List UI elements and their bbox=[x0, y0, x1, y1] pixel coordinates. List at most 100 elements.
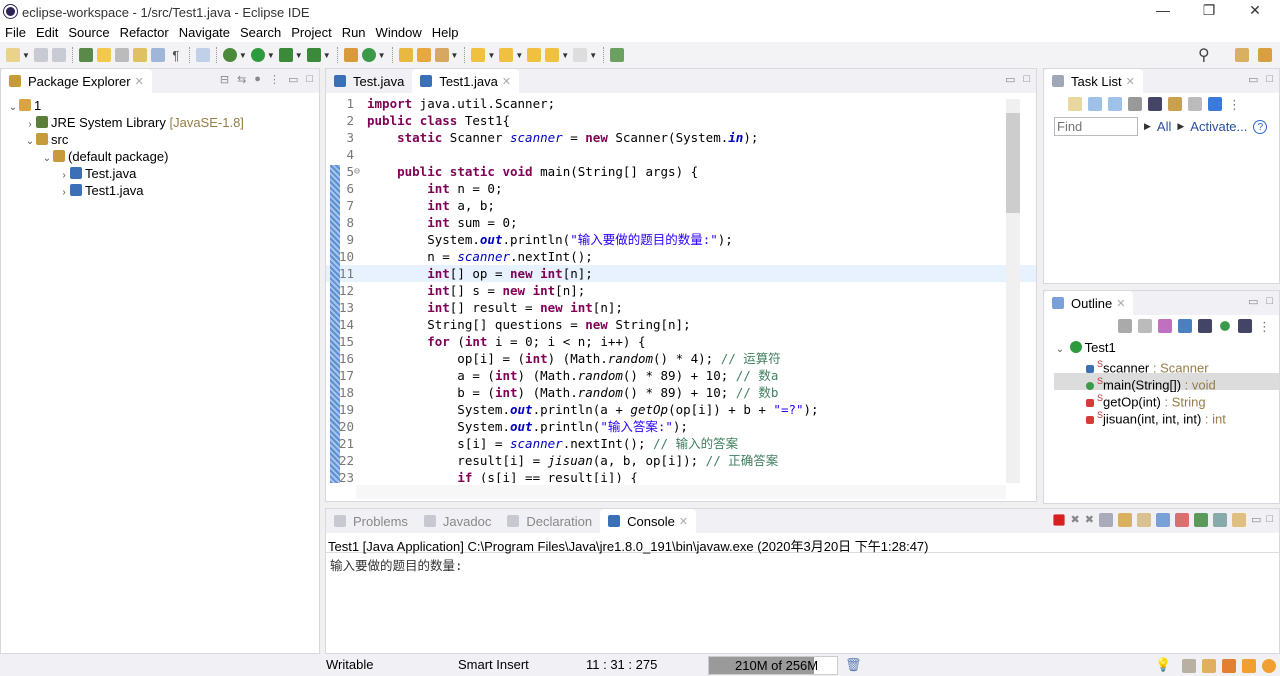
all-link[interactable]: All bbox=[1157, 119, 1171, 134]
coverage-icon[interactable] bbox=[278, 48, 293, 62]
code-line[interactable]: 23 if (s[i] == result[i]) { bbox=[326, 469, 1036, 483]
scheduled-icon[interactable] bbox=[1108, 97, 1122, 111]
horizontal-scrollbar[interactable] bbox=[356, 485, 1006, 499]
next-annotation-dropdown-icon[interactable]: ▼ bbox=[487, 51, 495, 60]
tree-item[interactable]: ⌄ 1 bbox=[7, 97, 319, 114]
menu-refactor[interactable]: Refactor bbox=[115, 24, 174, 42]
maximize-view-icon[interactable]: □ bbox=[1266, 73, 1273, 86]
collapse-all-icon[interactable]: ⊟ bbox=[220, 73, 229, 86]
link-with-editor-icon[interactable]: ⇆ bbox=[237, 73, 246, 86]
save-all-icon[interactable] bbox=[51, 48, 66, 62]
expand-twisty-icon[interactable]: ⌄ bbox=[1054, 341, 1066, 358]
code-line[interactable]: 5 ⊖ public static void main(String[] args… bbox=[326, 163, 1036, 180]
code-line[interactable]: 14 String[] questions = new String[n]; bbox=[326, 316, 1036, 333]
expand-twisty-icon[interactable]: ⌄ bbox=[24, 133, 36, 150]
tree-item[interactable]: › Test.java bbox=[7, 165, 319, 182]
code-line[interactable]: 22 result[i] = jisuan(a, b, op[i]); // 正… bbox=[326, 452, 1036, 469]
activate-link[interactable]: Activate... bbox=[1190, 119, 1247, 134]
open-type-icon[interactable] bbox=[78, 48, 93, 62]
code-line[interactable]: 19 System.out.println(a + getOp(op[i]) +… bbox=[326, 401, 1036, 418]
code-line[interactable]: 7 int a, b; bbox=[326, 197, 1036, 214]
filter-icon[interactable] bbox=[1148, 97, 1162, 111]
code-line[interactable]: 6 int n = 0; bbox=[326, 180, 1036, 197]
tab-problems[interactable]: Problems bbox=[326, 509, 416, 533]
tab-console[interactable]: Console ✕ bbox=[600, 509, 697, 533]
new-java-package-icon[interactable] bbox=[343, 48, 358, 62]
forward-dropdown-icon[interactable]: ▼ bbox=[589, 51, 597, 60]
restore-button[interactable]: ❐ bbox=[1186, 2, 1232, 22]
code-editor[interactable]: 1 import java.util.Scanner; 2 public class … bbox=[326, 93, 1036, 483]
pin-console-icon[interactable] bbox=[1193, 513, 1208, 527]
word-wrap-icon[interactable] bbox=[150, 48, 165, 62]
external-tools-dropdown-icon[interactable]: ▼ bbox=[323, 51, 331, 60]
previous-annotation-icon[interactable] bbox=[499, 48, 514, 62]
menu-run[interactable]: Run bbox=[337, 24, 371, 42]
code-line[interactable]: 11 int[] op = new int[n]; bbox=[326, 265, 1036, 282]
skip-breakpoints-icon[interactable] bbox=[195, 48, 210, 62]
pilcrow-icon[interactable]: ¶ bbox=[169, 48, 183, 63]
terminate-icon[interactable] bbox=[1052, 514, 1065, 526]
focus-active-task-icon[interactable] bbox=[1118, 319, 1132, 333]
code-line[interactable]: 15 for (int i = 0; i < n; i++) { bbox=[326, 333, 1036, 350]
code-line[interactable]: 2 public class Test1{ bbox=[326, 112, 1036, 129]
new-java-class-icon[interactable] bbox=[361, 48, 376, 62]
block-selection-icon[interactable] bbox=[114, 48, 129, 62]
minimize-view-icon[interactable]: ▭ bbox=[1248, 295, 1258, 308]
collapse-all-icon[interactable] bbox=[1138, 319, 1152, 333]
code-line[interactable]: 3 static Scanner scanner = new Scanner(S… bbox=[326, 129, 1036, 146]
heap-status-bar[interactable]: 210M of 256M bbox=[708, 656, 838, 675]
book-icon[interactable] bbox=[1202, 659, 1216, 673]
close-tab-icon[interactable]: ✕ bbox=[679, 515, 688, 528]
menu-edit[interactable]: Edit bbox=[31, 24, 63, 42]
code-line[interactable]: 16 op[i] = (int) (Math.random() * 4); //… bbox=[326, 350, 1036, 367]
code-line[interactable]: 9 System.out.println("输入要做的题目的数量:"); bbox=[326, 231, 1036, 248]
minimize-view-icon[interactable]: ▭ bbox=[288, 73, 298, 86]
tab-task-list[interactable]: Task List ✕ bbox=[1044, 69, 1143, 93]
code-line[interactable]: 12 int[] s = new int[n]; bbox=[326, 282, 1036, 299]
search-dropdown-icon[interactable]: ▼ bbox=[451, 51, 459, 60]
tree-item[interactable]: › JRE System Library [JavaSE-1.8] bbox=[7, 114, 319, 131]
run-dropdown-icon[interactable]: ▼ bbox=[267, 51, 275, 60]
collapse-all-icon[interactable] bbox=[1188, 97, 1202, 111]
expand-twisty-icon[interactable]: ⌄ bbox=[41, 150, 53, 167]
close-tab-icon[interactable]: ✕ bbox=[135, 75, 144, 88]
search-icon[interactable]: ⚲ bbox=[1198, 45, 1210, 65]
show-on-stderr-icon[interactable] bbox=[1174, 513, 1189, 527]
external-tools-icon[interactable] bbox=[306, 48, 321, 62]
console-output[interactable]: 输入要做的题目的数量: bbox=[326, 552, 1279, 576]
new-icon[interactable] bbox=[6, 48, 20, 62]
vertical-scrollbar[interactable] bbox=[1006, 99, 1020, 483]
coverage-dropdown-icon[interactable]: ▼ bbox=[295, 51, 303, 60]
clear-console-icon[interactable] bbox=[1136, 513, 1151, 527]
tasks-icon[interactable] bbox=[1182, 659, 1196, 673]
menu-navigate[interactable]: Navigate bbox=[174, 24, 235, 42]
fold-collapse-icon[interactable]: ⊖ bbox=[354, 163, 360, 180]
minimize-button[interactable]: — bbox=[1140, 2, 1186, 22]
remove-launch-icon[interactable]: ✖ bbox=[1071, 513, 1080, 527]
save-icon[interactable] bbox=[33, 48, 48, 62]
run-icon[interactable] bbox=[250, 48, 265, 62]
menu-project[interactable]: Project bbox=[286, 24, 336, 42]
search-pen-icon[interactable] bbox=[434, 48, 449, 62]
open-console-icon[interactable] bbox=[1231, 513, 1246, 527]
minimize-view-icon[interactable]: ▭ bbox=[1005, 73, 1015, 86]
new-dropdown-icon[interactable]: ▼ bbox=[22, 51, 30, 60]
previous-annotation-dropdown-icon[interactable]: ▼ bbox=[515, 51, 523, 60]
synchronize-icon[interactable] bbox=[1208, 97, 1222, 111]
editor-tab[interactable]: Test.java bbox=[326, 69, 412, 93]
back-dropdown-icon[interactable]: ▼ bbox=[561, 51, 569, 60]
sort-icon[interactable] bbox=[1158, 319, 1172, 333]
tip-icon[interactable]: 💡 bbox=[1155, 657, 1171, 673]
back-icon[interactable] bbox=[545, 48, 560, 62]
minimize-view-icon[interactable]: ▭ bbox=[1251, 513, 1261, 527]
view-menu-icon[interactable]: ⋮ bbox=[1228, 97, 1241, 115]
menu-window[interactable]: Window bbox=[371, 24, 427, 42]
hide-local-types-icon[interactable] bbox=[1238, 319, 1252, 333]
open-perspective-icon[interactable] bbox=[1235, 48, 1249, 62]
forward-icon[interactable] bbox=[573, 48, 588, 62]
menu-search[interactable]: Search bbox=[235, 24, 286, 42]
close-tab-icon[interactable]: ✕ bbox=[502, 75, 511, 88]
code-line[interactable]: 1 import java.util.Scanner; bbox=[326, 95, 1036, 112]
outline-item[interactable]: Smain(String[]) : void bbox=[1054, 373, 1279, 392]
tree-item[interactable]: › Test1.java bbox=[7, 182, 319, 199]
